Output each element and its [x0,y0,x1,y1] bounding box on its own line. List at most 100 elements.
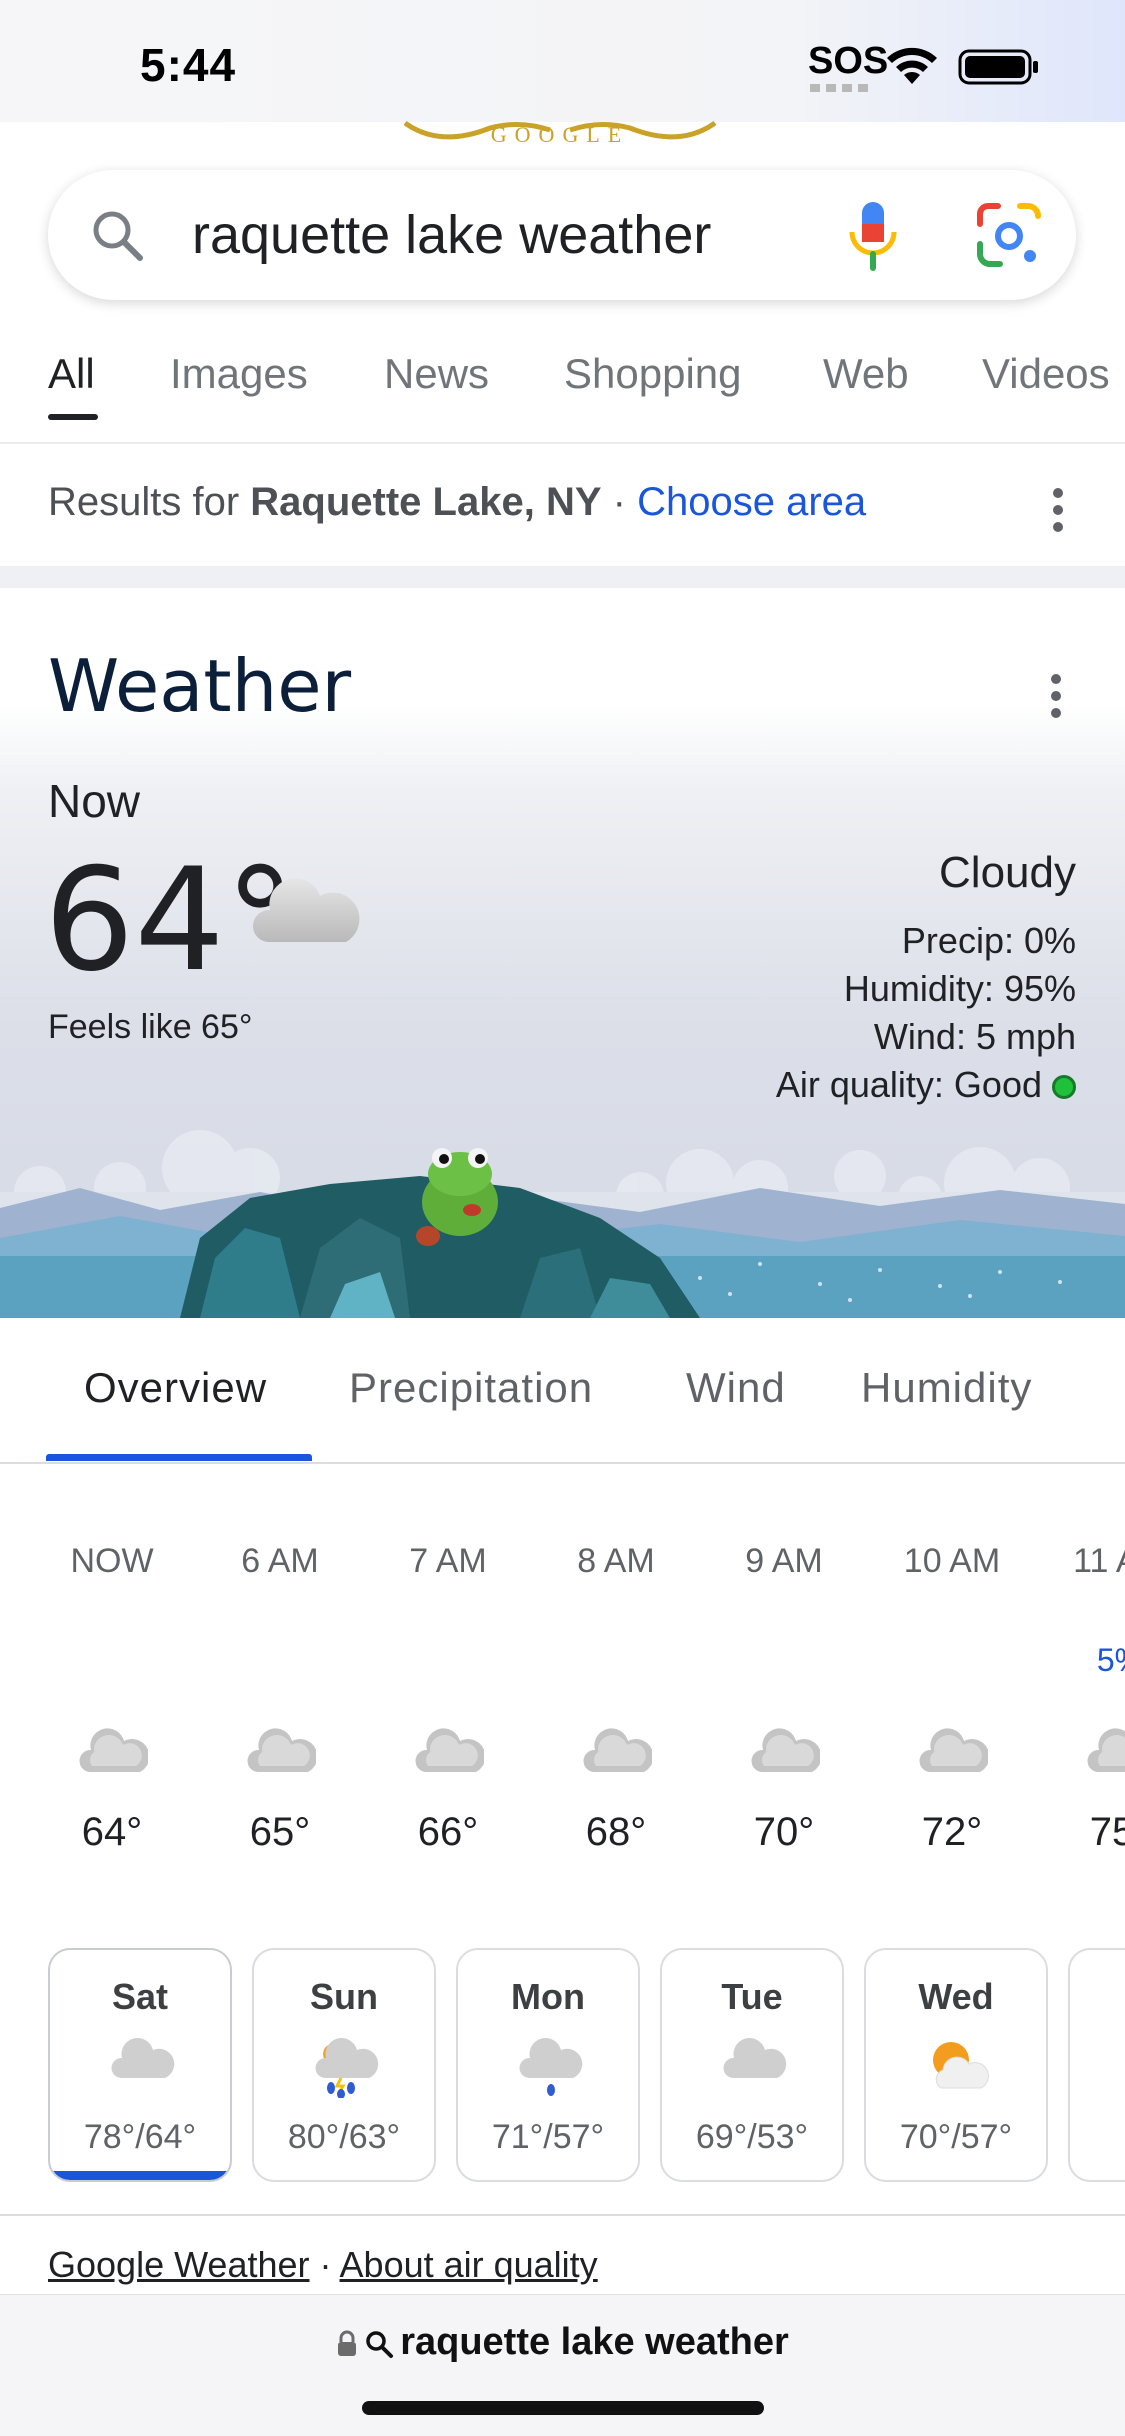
hourly-time: 10 AM [903,1542,1001,1580]
hourly-forecast[interactable]: NOW 64° 6 AM 65° 7 AM 66° 8 AM 68° 9 AM 70° 10 AM 7… [0,1490,1125,1890]
day-name: Sat [111,1976,169,2017]
weather-card: Weather Now 64° Feels like 65° Cloudy Pr… [0,588,1125,1318]
active-tab-indicator [48,414,98,420]
tab-web[interactable]: Web [823,350,909,398]
day-high-low: 72° [1070,2118,1125,2157]
cloud-icon [79,1728,148,1772]
tab-shopping[interactable]: Shopping [564,350,742,398]
weather-condition: Cloudy [939,848,1076,897]
google-weather-link[interactable]: Google Weather [48,2244,310,2285]
frog-landscape-illustration [0,1130,1125,1318]
hourly-temperature: 65° [249,1810,311,1854]
hourly-time: 9 AM [745,1542,823,1580]
feels-like: Feels like 65° [48,1008,253,1046]
home-indicator[interactable] [362,2401,764,2415]
hourly-temperature: 72° [921,1810,983,1854]
hourly-time: NOW [70,1542,154,1580]
daily-forecast-card[interactable]: Wed 70°/57° [864,1948,1048,2182]
cloud-icon [247,1728,316,1772]
hourly-temperature: 75° [1089,1810,1125,1854]
google-doodle-logo[interactable]: GOOGLE [400,118,720,148]
partly-sunny-icon [933,2042,989,2089]
day-name: Wed [918,1976,994,2017]
subtab-precipitation[interactable]: Precipitation [349,1364,593,1412]
wifi-icon [887,47,937,84]
humidity-value: Humidity: 95% [843,968,1076,1009]
day-high-low: 70°/57° [899,2118,1013,2156]
tab-videos[interactable]: Videos [982,350,1110,398]
tabs-divider [0,442,1125,444]
day-high-low: 80°/63° [287,2118,401,2156]
separator-dot: · [612,480,626,524]
subtab-overview[interactable]: Overview [84,1364,267,1412]
hourly-temperature: 68° [585,1810,647,1854]
precipitation-value: Precip: 0% [901,920,1076,961]
cloud-icon [583,1728,652,1772]
active-subtab-indicator [46,1454,312,1461]
hourly-precip-chance: 5% [1096,1642,1125,1678]
hourly-temperature: 70° [753,1810,815,1854]
daily-forecast[interactable]: Sat 78°/64° Sun 80°/63° Mon 71°/57° Tue 69°/53°… [0,1948,1125,2188]
svg-text:GOOGLE: GOOGLE [491,122,629,147]
subtab-wind[interactable]: Wind [686,1364,786,1412]
tab-news[interactable]: News [384,350,489,398]
hourly-temperature: 66° [417,1810,479,1854]
day-high-low: 69°/53° [695,2118,809,2156]
cloud-icon [1087,1728,1125,1772]
subtab-humidity[interactable]: Humidity [861,1364,1032,1412]
day-name: Thu [1070,1976,1125,2018]
day-name: Tue [721,1976,783,2017]
search-icon[interactable] [88,206,148,266]
weather-subtabs: Overview Precipitation Wind Humidity [0,1318,1125,1464]
signal-dots-icon [810,84,870,92]
subtabs-divider [0,1462,1125,1464]
search-input[interactable]: raquette lake weather [192,204,711,266]
daily-forecast-card[interactable]: Sat 78°/64° [48,1948,232,2182]
day-high-low: 71°/57° [491,2118,605,2156]
search-bar[interactable]: raquette lake weather [48,170,1076,300]
hourly-time: 7 AM [409,1542,487,1580]
about-air-quality-link[interactable]: About air quality [340,2244,598,2285]
lock-icon [338,2330,357,2356]
weather-footer: Google Weather · About air quality [48,2244,598,2286]
hourly-time: 8 AM [577,1542,655,1580]
tab-all[interactable]: All [48,350,95,398]
google-lens-icon[interactable] [974,200,1044,270]
daily-forecast-card[interactable]: Sun 80°/63° [252,1948,436,2182]
microphone-icon[interactable] [838,198,908,272]
cloud-icon [415,1728,484,1772]
storm-rain-icon [315,2037,379,2098]
address-text: raquette lake weather [400,2321,789,2363]
cloud-icon [919,1728,988,1772]
cloud-icon [751,1728,820,1772]
cloud-icon [723,2037,787,2078]
now-label: Now [48,775,141,827]
daily-forecast-card[interactable]: Mon 71°/57° [456,1948,640,2182]
hourly-temperature: 64° [81,1810,143,1854]
results-more-options-icon[interactable] [1052,488,1064,532]
address-field[interactable]: raquette lake weather [0,2321,1125,2364]
rain-cloud-icon [519,2037,583,2096]
daily-forecast-card[interactable]: Thu 72° [1068,1948,1125,2182]
battery-icon [958,49,1038,85]
daily-divider [0,2214,1125,2216]
choose-area-link[interactable]: Choose area [637,480,866,524]
browser-address-bar[interactable]: raquette lake weather [0,2294,1125,2436]
results-for-location: Raquette Lake, NY [250,480,602,524]
hourly-time: 11 AM [1073,1542,1125,1580]
cloud-icon [252,878,360,942]
daily-forecast-card[interactable]: Tue 69°/53° [660,1948,844,2182]
search-icon [366,2331,394,2358]
carrier-sos: SOS [808,40,889,82]
section-divider [0,566,1125,588]
frog-mascot [422,1148,498,1236]
status-bar: 5:44 SOS [0,0,1125,122]
results-for-prefix: Results for [48,480,240,524]
footer-separator: · [319,2244,332,2285]
status-time: 5:44 [140,39,237,91]
search-tabs: All Images News Shopping Web Videos [0,350,1125,440]
day-name: Sun [310,1976,378,2017]
day-high-low: 78°/64° [83,2118,197,2156]
weather-more-options-icon[interactable] [1050,674,1062,718]
tab-images[interactable]: Images [170,350,308,398]
